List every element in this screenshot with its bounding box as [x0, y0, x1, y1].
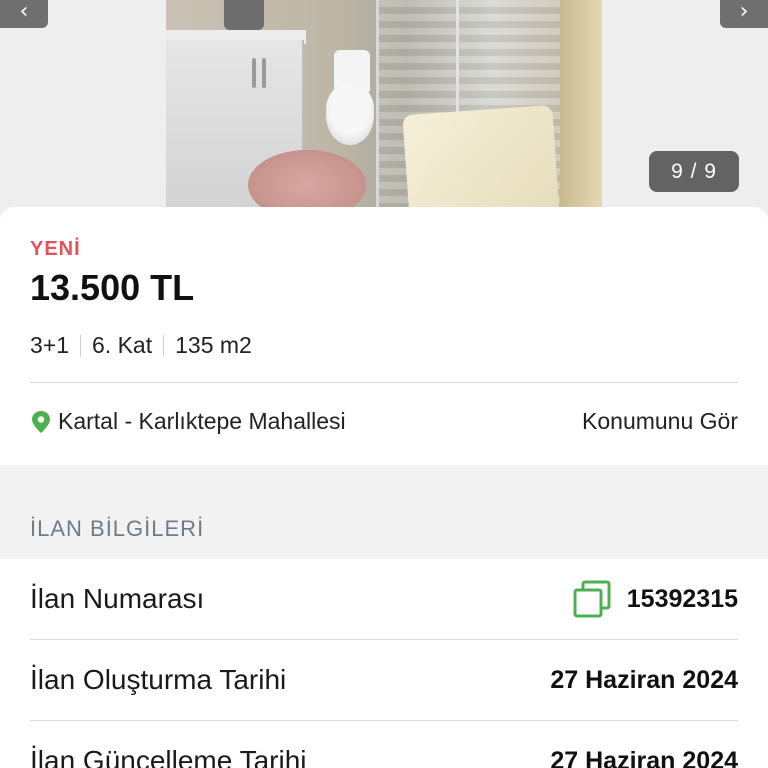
listing-detail-page: ‹ › 9 / 9 YENİ 13.500 TL 3+1 6. Kat 135 …	[0, 0, 768, 768]
chevron-right-icon: ›	[739, 0, 749, 24]
price: 13.500 TL	[30, 267, 195, 308]
info-row-listing-number: İlan Numarası 15392315	[30, 559, 738, 640]
floor: 6. Kat	[92, 332, 153, 358]
photo-detail	[252, 58, 256, 88]
info-value: 27 Haziran 2024	[550, 665, 738, 694]
location-pin-icon	[32, 410, 50, 433]
info-value: 15392315	[626, 584, 738, 613]
photo-detail	[224, 0, 264, 30]
listing-summary-card: YENİ 13.500 TL 3+1 6. Kat 135 m2 Kartal …	[0, 207, 768, 465]
section-header: İLAN BİLGİLERİ	[0, 465, 768, 559]
photo-gallery[interactable]: ‹ › 9 / 9	[0, 0, 768, 215]
listing-specs: 3+1 6. Kat 135 m2	[30, 332, 252, 359]
info-value: 27 Haziran 2024	[550, 746, 738, 768]
listing-info-list: İlan Numarası 15392315 İlan Oluşturma Ta…	[0, 559, 768, 768]
gallery-next-button[interactable]: ›	[720, 0, 768, 28]
location: Kartal - Karlıktepe Mahallesi	[30, 408, 346, 435]
copy-icon[interactable]	[573, 580, 611, 618]
spec-separator	[80, 334, 82, 357]
area: 135 m2	[175, 332, 252, 358]
photo-detail	[402, 104, 560, 215]
photo-counter: 9 / 9	[649, 151, 739, 192]
view-location-link[interactable]: Konumunu Gör	[582, 408, 738, 435]
divider	[30, 382, 738, 383]
info-row-created-date: İlan Oluşturma Tarihi 27 Haziran 2024	[30, 640, 738, 721]
section-title: İLAN BİLGİLERİ	[30, 516, 205, 541]
listing-number: 15392315	[573, 580, 738, 618]
photo-detail	[560, 0, 602, 215]
location-text: Kartal - Karlıktepe Mahallesi	[58, 408, 346, 434]
info-row-updated-date: İlan Güncelleme Tarihi 27 Haziran 2024	[30, 721, 738, 768]
spec-separator	[163, 334, 165, 357]
new-badge: YENİ	[30, 238, 81, 260]
info-label: İlan Güncelleme Tarihi	[30, 745, 307, 768]
info-label: İlan Oluşturma Tarihi	[30, 664, 287, 695]
info-label: İlan Numarası	[30, 583, 205, 614]
photo-detail	[248, 150, 366, 215]
chevron-left-icon: ‹	[19, 0, 29, 24]
room-count: 3+1	[30, 332, 70, 358]
photo-detail	[326, 85, 374, 145]
listing-photo[interactable]	[166, 0, 602, 215]
gallery-prev-button[interactable]: ‹	[0, 0, 48, 28]
photo-detail	[262, 58, 266, 88]
